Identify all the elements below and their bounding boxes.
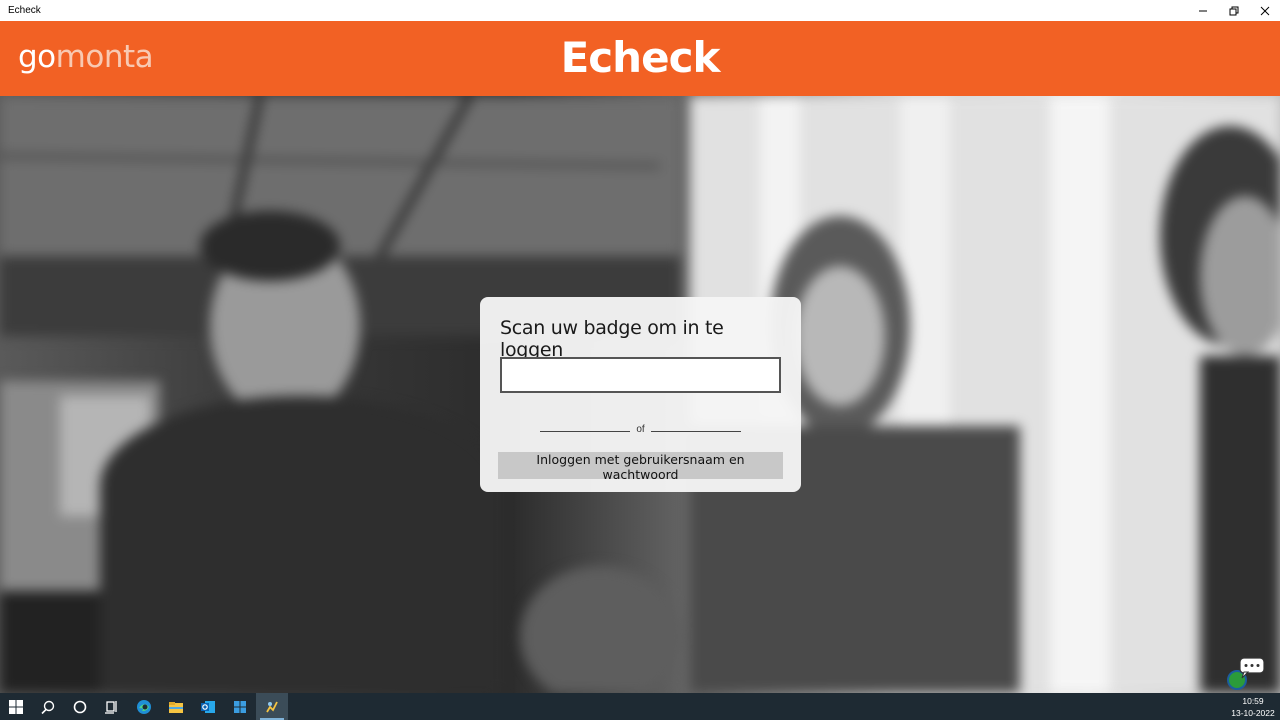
page-title: Echeck (560, 33, 721, 82)
clock-date: 13-10-2022 (1231, 708, 1275, 718)
taskbar-clock[interactable]: 10:59 13-10-2022 (1230, 693, 1276, 720)
outlook-icon (201, 700, 215, 713)
divider-line-right (651, 431, 741, 432)
username-login-button[interactable]: Inloggen met gebruikersnaam en wachtwoor… (498, 452, 783, 482)
login-title: Scan uw badge om in te loggen (500, 317, 724, 361)
search-icon (41, 700, 55, 714)
close-icon (1260, 6, 1269, 15)
taskbar (0, 693, 1280, 720)
taskbar-file-explorer[interactable] (160, 693, 192, 720)
restore-icon (1229, 6, 1238, 15)
clock-time: 10:59 (1242, 696, 1264, 706)
echeck-app-icon (266, 701, 278, 712)
minimize-button[interactable] (1187, 0, 1218, 21)
cortana-icon (73, 700, 87, 713)
minimize-icon (1198, 10, 1207, 11)
taskbar-store[interactable] (224, 693, 256, 720)
file-explorer-icon (169, 701, 183, 713)
start-button[interactable] (0, 693, 32, 720)
or-divider: of (540, 424, 741, 438)
store-icon (234, 700, 246, 713)
task-view-button[interactable] (96, 693, 128, 720)
taskbar-edge[interactable] (128, 693, 160, 720)
window-controls (1187, 0, 1280, 21)
taskbar-outlook[interactable] (192, 693, 224, 720)
feedback-chat-icon[interactable] (1226, 656, 1266, 690)
window-titlebar: Echeck (0, 0, 1280, 21)
app-header: gomonta Echeck (0, 21, 1280, 96)
login-card: Scan uw badge om in te loggen of Inlogge… (480, 297, 801, 492)
edge-icon (137, 699, 151, 714)
badge-input[interactable] (500, 357, 781, 393)
close-button[interactable] (1249, 0, 1280, 21)
divider-text: of (636, 424, 645, 435)
task-view-icon (105, 700, 117, 714)
windows-start-icon (9, 699, 23, 714)
window-title: Echeck (8, 5, 41, 16)
restore-button[interactable] (1218, 0, 1249, 21)
cortana-button[interactable] (64, 693, 96, 720)
search-button[interactable] (32, 693, 64, 720)
taskbar-echeck[interactable] (256, 693, 288, 720)
